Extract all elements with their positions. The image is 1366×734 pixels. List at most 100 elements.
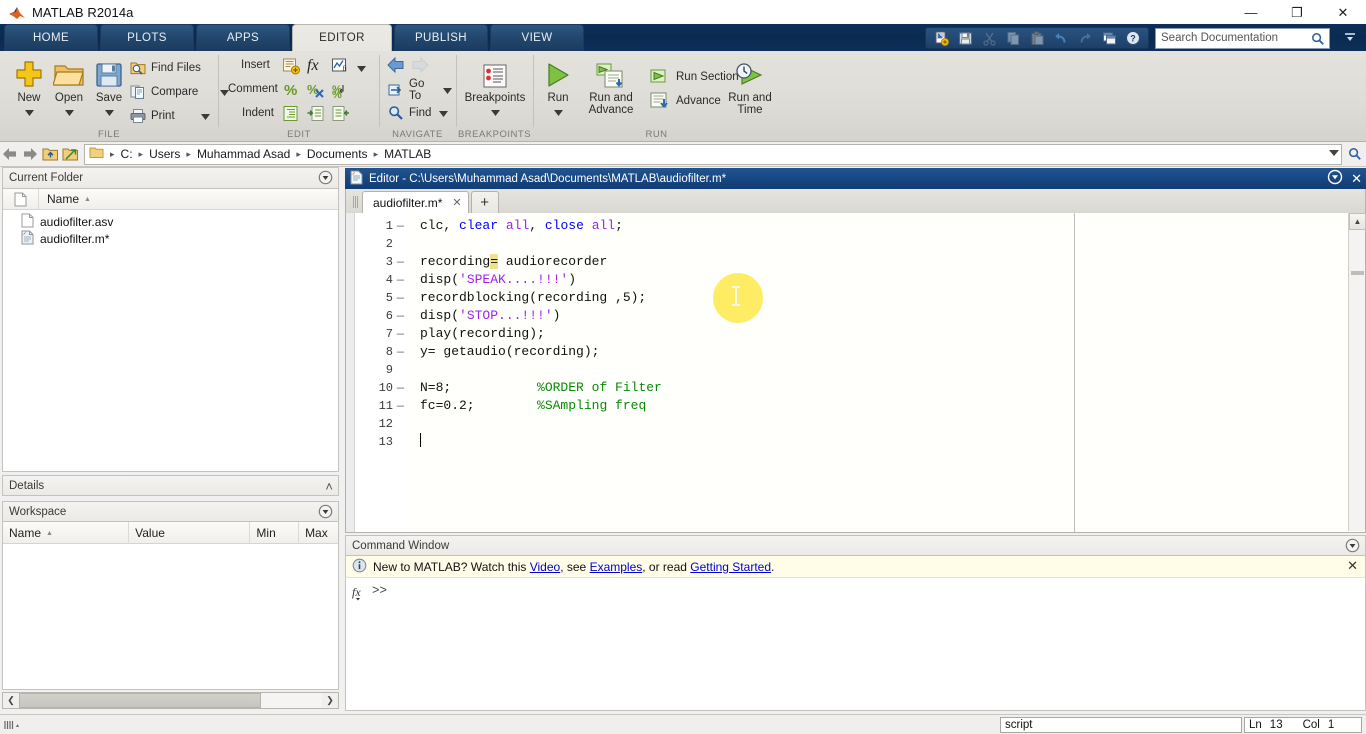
address-search-icon[interactable] (1344, 144, 1366, 165)
breakpoints-button[interactable]: Breakpoints (460, 55, 530, 127)
undo-icon[interactable] (1049, 28, 1073, 48)
exec-mark[interactable]: — (393, 217, 408, 235)
command-window-actions-icon[interactable] (1345, 538, 1360, 556)
open-caret-icon[interactable] (65, 105, 74, 119)
increase-indent-icon[interactable] (307, 105, 325, 126)
details-collapse-icon[interactable]: ˄ (325, 479, 333, 494)
editor-actions-icon[interactable] (1327, 169, 1343, 188)
breadcrumb-c[interactable]: C: (118, 147, 136, 161)
breakpoints-caret-icon[interactable] (491, 105, 500, 119)
examples-link[interactable]: Examples (590, 560, 643, 574)
workspace-horizontal-scrollbar[interactable]: ❮ ❯ (2, 692, 339, 709)
run-caret-icon[interactable] (554, 105, 563, 119)
workspace-col-value[interactable]: Value (129, 522, 250, 544)
tab-view[interactable]: VIEW (490, 24, 584, 51)
code-line[interactable]: recordblocking(recording ,5); (420, 289, 1365, 307)
breadcrumb-dropdown-icon[interactable] (1329, 148, 1339, 158)
exec-mark[interactable]: — (393, 379, 408, 397)
insert-function-icon[interactable]: fx (307, 57, 319, 75)
uncomment-icon[interactable]: % (307, 81, 325, 102)
maximize-button[interactable]: ❐ (1274, 0, 1320, 24)
code-line[interactable]: play(recording); (420, 325, 1365, 343)
run-and-time-button[interactable]: Run and Time (724, 55, 776, 127)
breadcrumb-documents[interactable]: Documents (304, 147, 371, 161)
code-line[interactable]: recording= audiorecorder (420, 253, 1365, 271)
new-script-icon[interactable] (929, 28, 953, 48)
exec-mark[interactable] (393, 415, 408, 433)
save-caret-icon[interactable] (105, 105, 114, 119)
code-line[interactable]: fc=0.2; %SAmpling freq (420, 397, 1365, 415)
video-link[interactable]: Video (530, 560, 560, 574)
find-files-button[interactable]: Find Files (126, 56, 204, 79)
go-to-caret-icon[interactable] (443, 83, 452, 97)
forward-button[interactable] (20, 144, 40, 164)
breadcrumb[interactable]: ▸ C: ▸ Users ▸ Muhammad Asad ▸ Documents… (84, 144, 1342, 165)
workspace-col-name[interactable]: Name ▲ (3, 522, 129, 544)
print-caret-icon[interactable] (201, 109, 210, 123)
save-icon[interactable] (953, 28, 977, 48)
tab-home[interactable]: HOME (4, 24, 98, 51)
find-button[interactable]: Find (384, 101, 451, 124)
collapse-ribbon-icon[interactable] (1340, 29, 1360, 47)
exec-mark[interactable]: — (393, 397, 408, 415)
decrease-indent-icon[interactable] (332, 105, 350, 126)
list-item[interactable]: audiofilter.asv (3, 213, 338, 230)
exec-mark[interactable]: — (393, 253, 408, 271)
scrollbar-thumb[interactable] (1351, 271, 1364, 275)
code-line[interactable] (420, 433, 1365, 451)
exec-mark[interactable]: — (393, 325, 408, 343)
scrollbar-thumb[interactable] (19, 693, 261, 708)
tab-editor[interactable]: EDITOR (292, 24, 392, 51)
tab-publish[interactable]: PUBLISH (394, 24, 488, 51)
name-column-header[interactable]: Name ▲ (39, 192, 91, 206)
close-icon[interactable]: ✕ (452, 196, 461, 209)
breadcrumb-matlab[interactable]: MATLAB (381, 147, 434, 161)
editor-drag-grip[interactable] (352, 194, 359, 210)
switch-window-icon[interactable] (1097, 28, 1121, 48)
code-line[interactable]: clc, clear all, close all; (420, 217, 1365, 235)
editor-breakpoint-gutter[interactable] (346, 213, 355, 532)
exec-mark[interactable]: — (393, 307, 408, 325)
code-line[interactable] (420, 361, 1365, 379)
exec-mark[interactable] (393, 433, 408, 451)
editor-close-icon[interactable]: ✕ (1351, 172, 1362, 185)
scrollbar-track[interactable] (19, 693, 322, 708)
comment-percent-icon[interactable]: % (282, 81, 300, 102)
wrap-comment-icon[interactable]: % % (332, 81, 350, 102)
run-button[interactable]: Run (536, 55, 580, 127)
code-line[interactable]: y= getaudio(recording); (420, 343, 1365, 361)
back-button[interactable] (0, 144, 20, 164)
exec-mark[interactable]: — (393, 343, 408, 361)
new-caret-icon[interactable] (25, 105, 34, 119)
editor-vertical-scrollbar[interactable]: ▲ (1348, 213, 1365, 531)
editor-executable-marks[interactable]: — — — — — — — — — (393, 213, 408, 532)
code-line[interactable]: disp('STOP...!!!') (420, 307, 1365, 325)
compare-button[interactable]: Compare (126, 80, 232, 103)
nav-back-icon[interactable] (386, 56, 406, 77)
run-and-advance-button[interactable]: Run and Advance (580, 55, 642, 127)
tab-apps[interactable]: APPS (196, 24, 290, 51)
workspace-col-max[interactable]: Max (299, 522, 338, 544)
new-tab-button[interactable]: + (471, 191, 499, 213)
details-header[interactable]: Details ˄ (2, 475, 339, 496)
advance-button[interactable]: Advance (646, 89, 724, 112)
search-documentation[interactable] (1155, 28, 1330, 49)
workspace-actions-icon[interactable] (318, 504, 333, 522)
scroll-right-icon[interactable]: ❯ (322, 693, 338, 708)
up-one-level-button[interactable] (40, 144, 60, 164)
browse-folder-button[interactable] (60, 144, 80, 164)
current-folder-actions-icon[interactable] (318, 170, 333, 188)
getting-started-link[interactable]: Getting Started (690, 560, 771, 574)
workspace-col-min[interactable]: Min (250, 522, 299, 544)
insert-caret-icon[interactable] (357, 61, 366, 75)
close-notice-icon[interactable]: ✕ (1347, 558, 1358, 574)
code-line[interactable] (420, 235, 1365, 253)
editor-code-area[interactable]: clc, clear all, close all; recording= aud… (408, 213, 1365, 532)
list-item[interactable]: audiofilter.m* (3, 230, 338, 247)
smart-indent-icon[interactable] (282, 105, 300, 126)
breadcrumb-users[interactable]: Users (146, 147, 183, 161)
status-grip-icon[interactable] (0, 715, 22, 734)
close-button[interactable]: ✕ (1320, 0, 1366, 24)
insert-plot-icon[interactable]: fi (331, 57, 349, 78)
exec-mark[interactable]: — (393, 271, 408, 289)
